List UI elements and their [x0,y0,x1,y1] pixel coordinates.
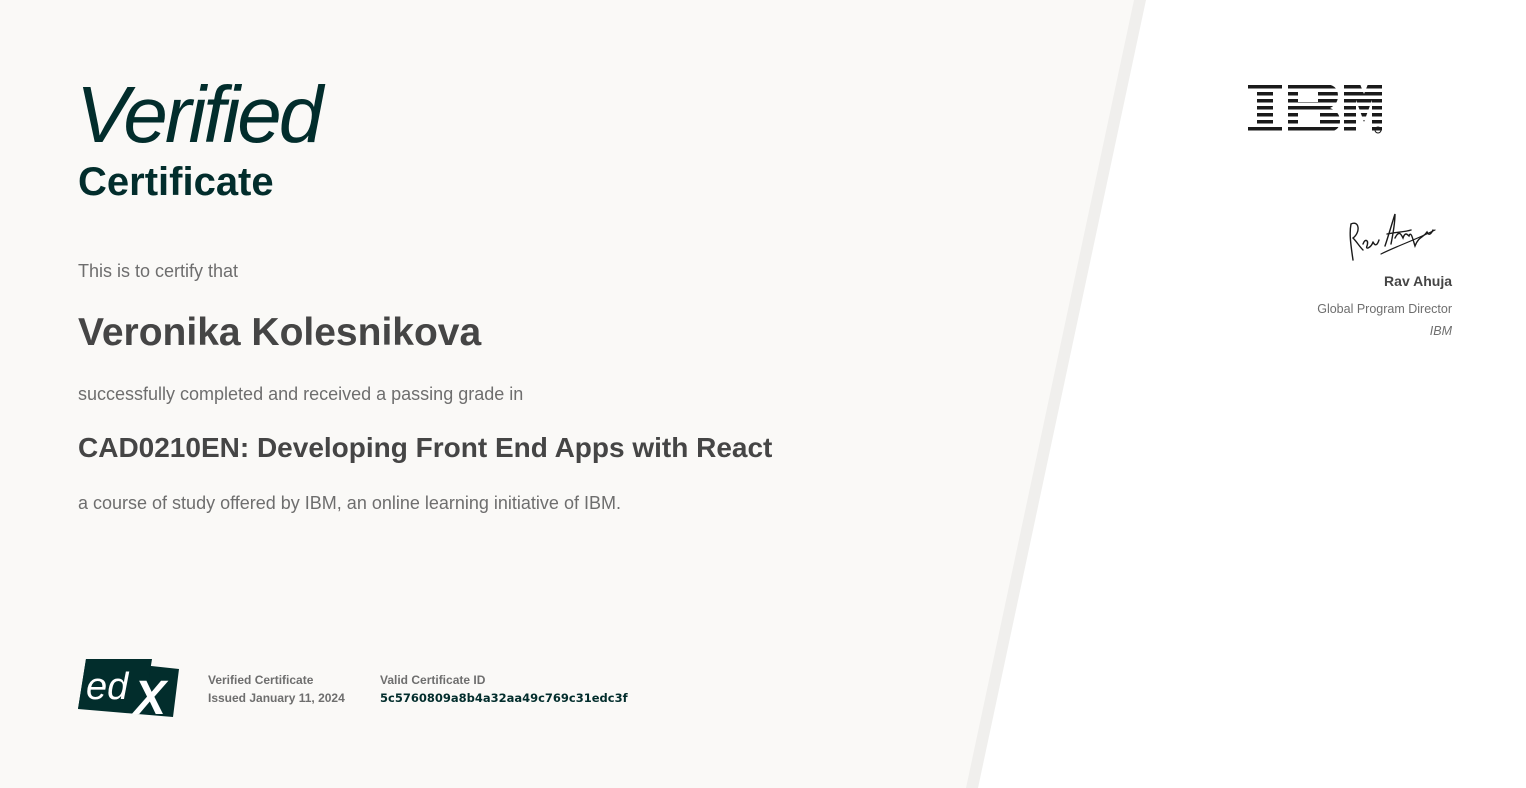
signatory-organization: IBM [1429,324,1452,338]
signature-image [1349,213,1436,261]
certificate-type: Verified Certificate [208,673,314,687]
certificate-id-label: Valid Certificate ID [380,673,486,687]
edx-logo-ed: ed [86,666,130,708]
signatory-name: Rav Ahuja [1384,273,1452,289]
ibm-logo [1248,84,1382,134]
certificate-page: { "certificate": { "heading_main": "Veri… [0,0,1526,788]
certify-intro: This is to certify that [78,261,239,281]
edx-logo-x: X [131,672,169,717]
completion-statement: successfully completed and received a pa… [78,384,524,404]
certificate-id-info: Valid Certificate ID 5c5760809a8b4a32aa4… [380,671,628,707]
learner-name: Veronika Kolesnikova [78,311,482,354]
heading-verified: Verified [76,70,323,159]
signatory-title: Global Program Director [1317,302,1452,316]
certificate-issue-info: Verified Certificate Issued January 11, … [208,671,345,707]
heading-certificate: Certificate [78,160,274,204]
issue-date: Issued January 11, 2024 [208,691,345,705]
course-title: CAD0210EN: Developing Front End Apps wit… [78,432,773,463]
edx-logo: ed X [78,659,179,717]
certificate-id-value: 5c5760809a8b4a32aa49c769c31edc3f [380,691,628,705]
offered-by-statement: a course of study offered by IBM, an onl… [78,493,621,513]
